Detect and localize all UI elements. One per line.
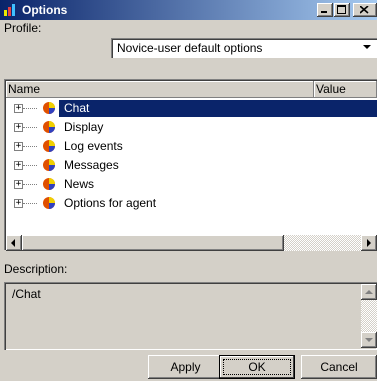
arrow-down-icon [365, 338, 373, 342]
apply-label: Apply [170, 360, 201, 374]
scroll-right-button[interactable] [361, 235, 377, 251]
tree-item[interactable]: + News [6, 175, 377, 194]
arrow-up-icon [365, 290, 373, 294]
apply-button[interactable]: Apply [148, 355, 223, 379]
option-category-icon [43, 102, 55, 114]
option-category-icon [43, 197, 55, 209]
minimize-button[interactable] [317, 3, 333, 17]
tree-header: Name Value [6, 81, 377, 98]
tree-item-label: Display [64, 120, 104, 134]
close-button[interactable] [353, 3, 377, 17]
tree-item[interactable]: + Display [6, 118, 377, 137]
scroll-down-button[interactable] [361, 332, 377, 348]
tree-item-label: News [64, 177, 95, 191]
profile-select[interactable]: Novice-user default options [111, 38, 377, 58]
tree-item[interactable]: + Log events [6, 137, 377, 156]
horizontal-scrollbar[interactable] [6, 235, 377, 251]
scroll-up-button[interactable] [361, 284, 377, 300]
profile-selected-value: Novice-user default options [117, 41, 263, 55]
option-category-icon [43, 140, 55, 152]
expand-icon[interactable]: + [14, 142, 23, 151]
title-bar[interactable]: Options [0, 0, 377, 20]
expand-icon[interactable]: + [14, 180, 23, 189]
ok-button[interactable]: OK [219, 355, 295, 379]
expand-icon[interactable]: + [14, 161, 23, 170]
cancel-label: Cancel [320, 360, 358, 374]
options-tree[interactable]: Name Value + Chat + Display + Log events + Mess… [4, 79, 377, 251]
option-category-icon [43, 159, 55, 171]
scroll-track[interactable] [361, 300, 377, 332]
scroll-left-button[interactable] [6, 235, 22, 251]
tree-item-label: Options for agent [64, 196, 157, 210]
arrow-left-icon [11, 239, 15, 247]
tree-item-label: Chat [64, 101, 90, 115]
options-app-icon [4, 4, 15, 16]
column-header-value[interactable]: Value [314, 81, 377, 98]
scroll-track[interactable] [284, 235, 361, 251]
arrow-right-icon [367, 239, 371, 247]
vertical-scrollbar[interactable] [361, 284, 377, 348]
window-title: Options [22, 3, 68, 17]
tree-item-label: Messages [64, 158, 119, 172]
chevron-down-icon[interactable] [363, 45, 371, 49]
expand-icon[interactable]: + [14, 123, 23, 132]
description-label: Description: [4, 262, 68, 276]
minimize-icon [321, 11, 327, 13]
tree-item[interactable]: + Options for agent [6, 194, 377, 213]
maximize-button[interactable] [334, 3, 350, 17]
expand-icon[interactable]: + [14, 104, 23, 113]
tree-item[interactable]: + Chat [6, 99, 377, 118]
maximize-icon [337, 5, 346, 14]
scroll-thumb[interactable] [22, 235, 284, 251]
option-category-icon [43, 178, 55, 190]
expand-icon[interactable]: + [14, 199, 23, 208]
option-category-icon [43, 121, 55, 133]
cancel-button[interactable]: Cancel [301, 355, 377, 379]
close-icon [360, 6, 369, 14]
tree-item[interactable]: + Messages [6, 156, 377, 175]
description-text: /Chat [12, 287, 41, 301]
profile-label: Profile: [4, 21, 42, 35]
description-box[interactable]: /Chat [4, 282, 377, 350]
column-header-name[interactable]: Name [6, 81, 314, 98]
tree-item-label: Log events [64, 139, 123, 153]
